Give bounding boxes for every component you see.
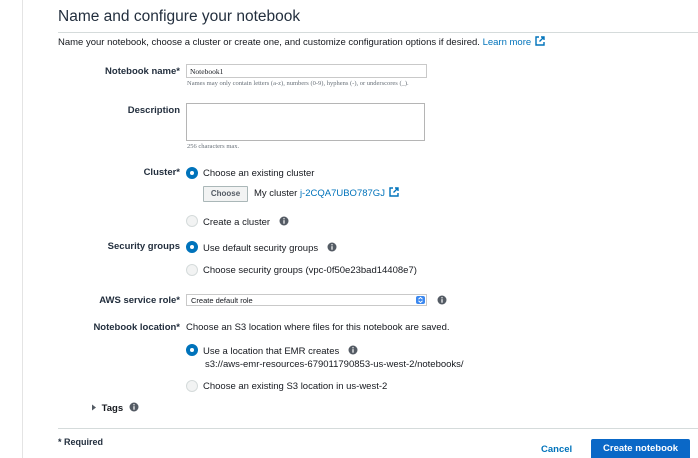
security-default-label: Use default security groups <box>203 243 319 254</box>
create-notebook-button[interactable]: Create notebook <box>591 439 690 458</box>
selected-cluster: My cluster j-2CQA7UBO787GJ <box>254 187 399 199</box>
cancel-button[interactable]: Cancel <box>541 444 572 455</box>
notebook-location-label: Notebook location* <box>93 322 180 333</box>
cluster-existing-radio[interactable] <box>186 167 198 179</box>
cluster-existing-label: Choose an existing cluster <box>203 168 315 179</box>
description-hint: 256 characters max. <box>187 143 240 150</box>
info-icon[interactable] <box>129 402 139 412</box>
choose-cluster-button[interactable]: Choose <box>203 186 248 202</box>
info-icon[interactable] <box>437 295 447 305</box>
header-divider <box>58 32 698 33</box>
notebook-name-label: Notebook name* <box>105 66 180 77</box>
location-emr-radio[interactable] <box>186 344 198 356</box>
notebook-location-description: Choose an S3 location where files for th… <box>186 322 450 333</box>
cluster-label: Cluster* <box>143 167 180 178</box>
security-choose-label: Choose security groups (vpc-0f50e23bad14… <box>203 265 417 276</box>
location-emr-label: Use a location that EMR creates <box>203 346 340 357</box>
description-textarea[interactable] <box>186 103 425 141</box>
cluster-id: j-2CQA7UBO787GJ <box>299 188 385 199</box>
caret-right-icon <box>92 404 96 411</box>
emr-s3-path: s3://aws-emr-resources-679011790853-us-w… <box>205 359 464 370</box>
security-choose-radio[interactable] <box>186 264 198 276</box>
security-default-radio[interactable] <box>186 241 198 253</box>
intro-description: Name your notebook, choose a cluster or … <box>58 37 480 48</box>
location-existing-label: Choose an existing S3 location in us-wes… <box>203 381 388 392</box>
security-groups-label: Security groups <box>107 241 180 252</box>
cluster-create-label: Create a cluster <box>203 217 271 228</box>
cluster-create-radio[interactable] <box>186 215 198 227</box>
tags-expander[interactable]: Tags <box>91 402 139 414</box>
page-title: Name and configure your notebook <box>58 8 301 25</box>
service-role-label: AWS service role* <box>99 295 180 306</box>
tags-label: Tags <box>101 403 124 414</box>
learn-more-link[interactable]: Learn more <box>482 36 546 48</box>
notebook-name-input[interactable]: Notebook1 <box>186 64 427 78</box>
security-default-option: Use default security groups <box>203 242 337 254</box>
required-note: * Required <box>58 437 104 447</box>
my-cluster-label: My cluster <box>254 188 298 199</box>
info-icon[interactable] <box>327 242 337 252</box>
external-link-icon <box>389 187 399 197</box>
service-role-select[interactable]: Create default role <box>186 294 427 306</box>
cluster-id-link[interactable]: j-2CQA7UBO787GJ <box>299 187 399 199</box>
notebook-name-hint: Names may only contain letters (a-z), nu… <box>187 80 409 87</box>
info-icon[interactable] <box>348 345 358 355</box>
location-emr-option: Use a location that EMR creates <box>203 345 358 357</box>
service-role-value: Create default role <box>191 296 253 305</box>
info-icon[interactable] <box>279 216 289 226</box>
footer-divider <box>58 428 698 429</box>
cluster-create-option: Create a cluster <box>203 216 289 228</box>
learn-more-label: Learn more <box>482 37 532 48</box>
description-label: Description <box>127 105 180 116</box>
intro-text: Name your notebook, choose a cluster or … <box>58 36 545 48</box>
location-existing-radio[interactable] <box>186 380 198 392</box>
select-arrows-icon <box>416 296 425 304</box>
external-link-icon <box>535 36 545 46</box>
